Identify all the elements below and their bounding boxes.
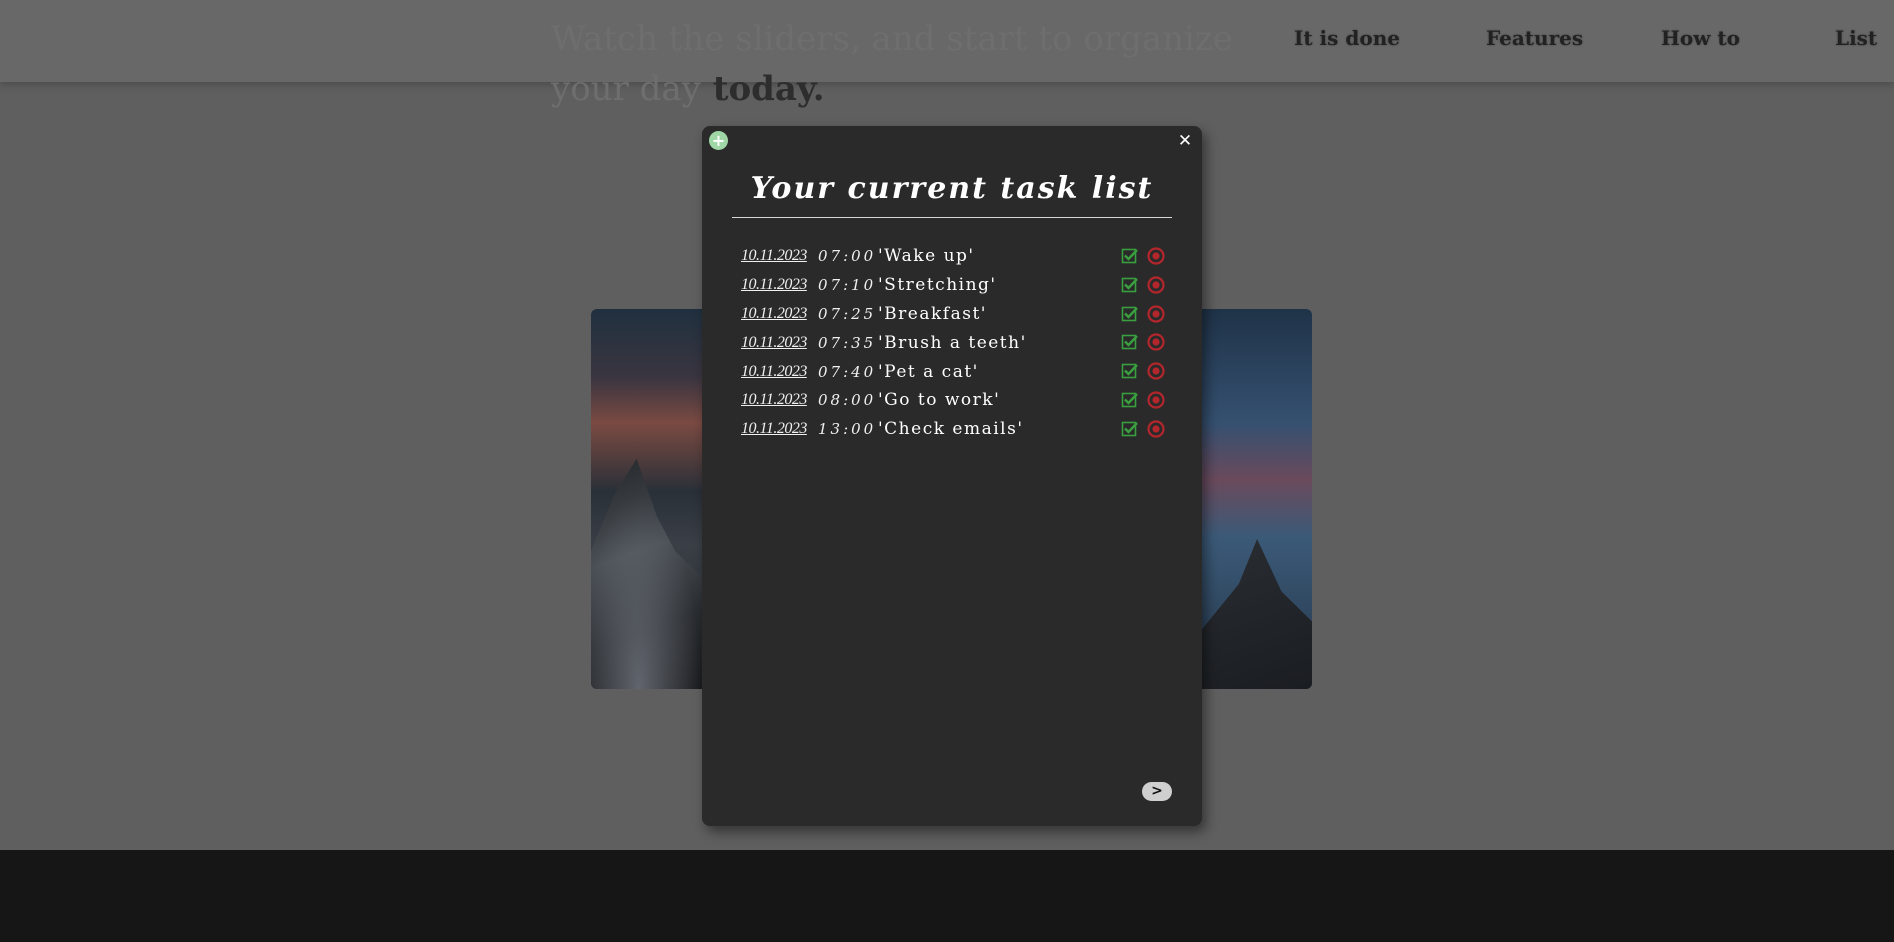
task-row: 10.11.2023 07:10 'Stretching' xyxy=(741,271,1173,300)
checkbox-check-icon[interactable] xyxy=(1121,276,1138,293)
delete-circle-icon[interactable] xyxy=(1147,420,1165,438)
task-row: 10.11.2023 07:25 'Breakfast' xyxy=(741,300,1173,329)
task-name: 'Stretching' xyxy=(878,275,997,296)
task-date: 10.11.2023 xyxy=(741,362,807,380)
task-date: 10.11.2023 xyxy=(741,420,807,438)
task-date: 10.11.2023 xyxy=(741,333,807,351)
checkbox-check-icon[interactable] xyxy=(1121,305,1138,322)
close-icon[interactable]: ✕ xyxy=(1176,131,1194,151)
nav-item-list[interactable]: List xyxy=(1835,26,1877,50)
task-time: 07:25 xyxy=(818,304,877,323)
task-name: 'Go to work' xyxy=(878,390,1001,411)
task-time: 07:35 xyxy=(818,333,877,352)
delete-circle-icon[interactable] xyxy=(1147,304,1165,323)
site-footer xyxy=(0,850,1894,942)
task-time: 13:00 xyxy=(818,420,877,439)
modal-title: Your current task list xyxy=(750,171,1154,206)
task-time: 07:40 xyxy=(818,362,877,381)
plus-circle-icon[interactable]: + xyxy=(709,131,728,150)
mountain-shape xyxy=(591,459,711,689)
task-time: 08:00 xyxy=(818,391,877,410)
checkbox-check-icon[interactable] xyxy=(1121,333,1138,350)
task-row: 10.11.2023 07:40 'Pet a cat' xyxy=(741,357,1173,386)
hero-text-faded: Watch the sliders, and start to organize… xyxy=(551,19,1233,109)
task-time: 07:00 xyxy=(818,247,877,266)
delete-circle-icon[interactable] xyxy=(1147,276,1165,294)
delete-circle-icon[interactable] xyxy=(1147,391,1165,409)
task-list-modal: + ✕ Your current task list 10.11.2023 07:… xyxy=(702,126,1202,826)
chevron-right-icon[interactable]: > xyxy=(1142,782,1172,801)
task-name: 'Check emails' xyxy=(878,419,1024,440)
mountain-shape xyxy=(1190,539,1312,689)
checkbox-check-icon[interactable] xyxy=(1121,420,1138,437)
task-date: 10.11.2023 xyxy=(741,247,807,265)
title-divider xyxy=(732,217,1172,218)
task-row: 10.11.2023 08:00 'Go to work' xyxy=(741,386,1173,415)
task-row: 10.11.2023 07:00 'Wake up' xyxy=(741,242,1173,271)
nav-item-it-is-done[interactable]: It is done xyxy=(1294,26,1400,50)
checkbox-check-icon[interactable] xyxy=(1121,362,1138,379)
hero-text-bold: today. xyxy=(712,69,825,109)
task-date: 10.11.2023 xyxy=(741,276,807,294)
task-name: 'Breakfast' xyxy=(878,303,987,324)
delete-circle-icon[interactable] xyxy=(1147,362,1165,380)
checkbox-check-icon[interactable] xyxy=(1121,391,1138,408)
task-list: 10.11.2023 07:00 'Wake up' 10.11.2023 07:10 '… xyxy=(741,242,1173,444)
delete-circle-icon[interactable] xyxy=(1147,247,1165,265)
task-time: 07:10 xyxy=(818,276,877,295)
slider-image-right xyxy=(1190,309,1312,689)
task-date: 10.11.2023 xyxy=(741,391,807,409)
checkbox-check-icon[interactable] xyxy=(1121,247,1138,264)
nav-item-how-to[interactable]: How to xyxy=(1661,26,1740,50)
nav-item-features[interactable]: Features xyxy=(1486,26,1583,50)
task-date: 10.11.2023 xyxy=(741,304,807,322)
slider-image-left xyxy=(591,309,711,689)
task-name: 'Pet a cat' xyxy=(878,361,979,382)
task-name: 'Wake up' xyxy=(878,246,975,267)
task-row: 10.11.2023 13:00 'Check emails' xyxy=(741,415,1173,444)
task-name: 'Brush a teeth' xyxy=(878,332,1027,353)
task-row: 10.11.2023 07:35 'Brush a teeth' xyxy=(741,328,1173,357)
hero-heading: Watch the sliders, and start to organize… xyxy=(551,14,1291,114)
delete-circle-icon[interactable] xyxy=(1147,333,1165,351)
